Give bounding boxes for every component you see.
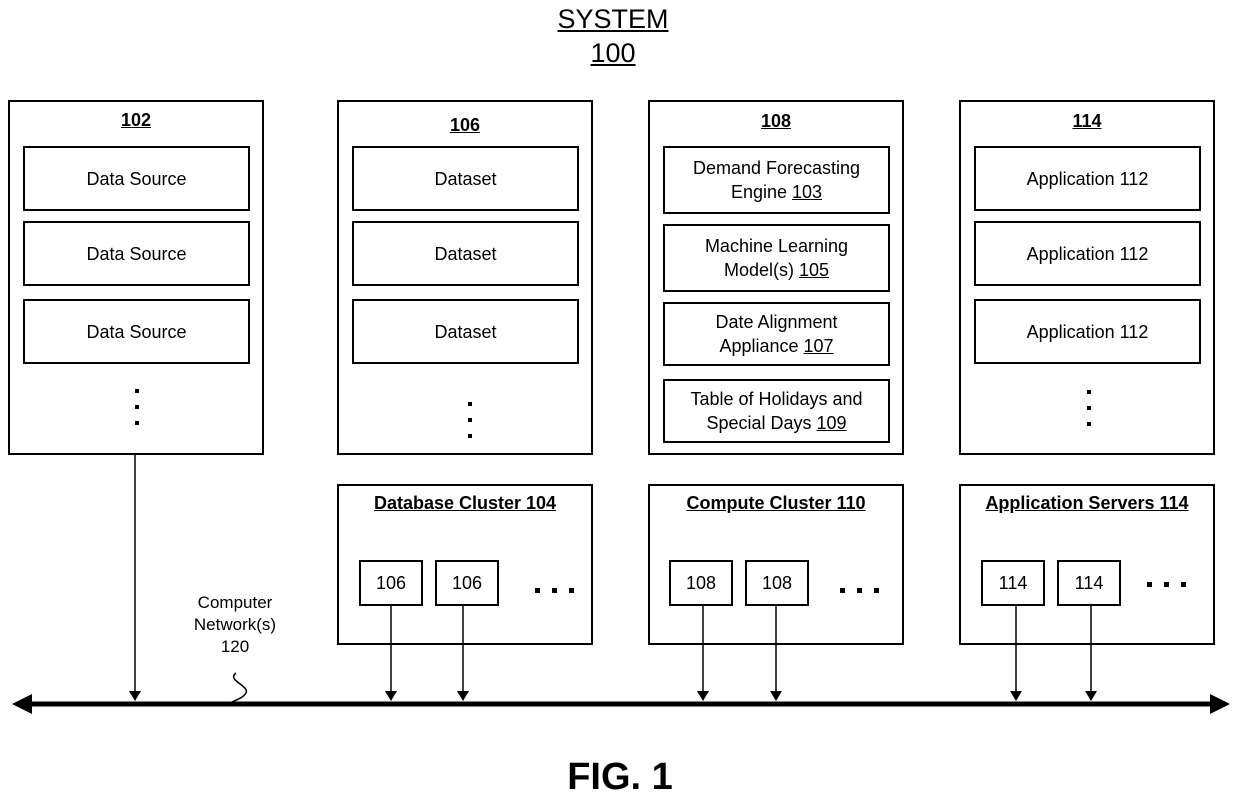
network-connectors xyxy=(12,455,1230,714)
bus-arrow-left-icon xyxy=(12,694,32,714)
bus-arrow-right-icon xyxy=(1210,694,1230,714)
network-label: Computer Network(s) 120 xyxy=(193,593,277,656)
network-leader-squiggle xyxy=(231,672,248,703)
figure-label: FIG. 1 xyxy=(567,756,673,798)
